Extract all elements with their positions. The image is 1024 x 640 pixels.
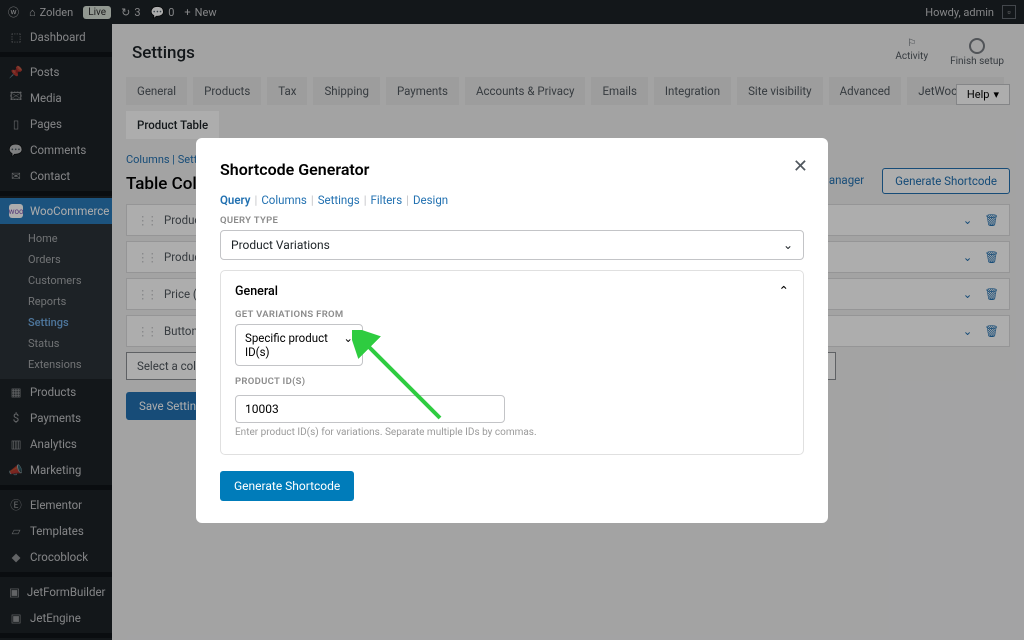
modal-title: Shortcode Generator	[220, 160, 804, 179]
get-variations-label: GET VARIATIONS FROM	[235, 309, 789, 320]
close-icon: ✕	[793, 156, 808, 177]
chevron-down-icon: ⌄	[783, 238, 793, 252]
chevron-down-icon: ⌄	[343, 331, 353, 359]
query-type-select[interactable]: Product Variations⌄	[220, 230, 804, 260]
modal-tab-columns[interactable]: Columns	[261, 193, 307, 207]
modal-tab-settings[interactable]: Settings	[318, 193, 360, 207]
general-section-toggle[interactable]: General⌃	[235, 283, 789, 299]
modal-tab-filters[interactable]: Filters	[371, 193, 403, 207]
modal-overlay[interactable]: Shortcode Generator ✕ Query|Columns|Sett…	[0, 0, 1024, 640]
modal-tab-query[interactable]: Query	[220, 193, 251, 207]
get-variations-select[interactable]: Specific product ID(s)⌄	[235, 324, 363, 366]
product-id-help: Enter product ID(s) for variations. Sepa…	[235, 427, 789, 438]
modal-tab-design[interactable]: Design	[413, 193, 448, 207]
product-id-label: PRODUCT ID(S)	[235, 376, 789, 387]
modal-tabs: Query|Columns|Settings|Filters|Design	[220, 193, 804, 207]
product-id-input[interactable]	[235, 395, 505, 423]
close-button[interactable]: ✕	[793, 156, 808, 177]
generate-shortcode-submit[interactable]: Generate Shortcode	[220, 471, 354, 501]
shortcode-generator-modal: Shortcode Generator ✕ Query|Columns|Sett…	[196, 138, 828, 523]
query-type-label: QUERY TYPE	[220, 215, 804, 226]
chevron-up-icon: ⌃	[779, 283, 789, 299]
